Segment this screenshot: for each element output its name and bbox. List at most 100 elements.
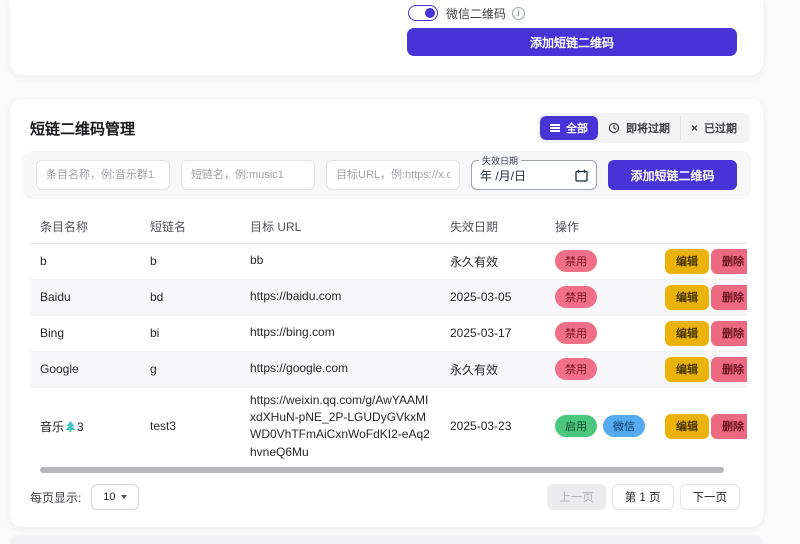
filter-tabs: 全部 即将过期 × 已过期 [537, 113, 750, 143]
delete-button[interactable]: 删除 [711, 414, 747, 439]
pagination: 上一页 第 1 页 下一页 [547, 484, 740, 510]
cell-url: https://weixin.qq.com/g/AwYAAMIxdXHuN-pN… [240, 387, 440, 461]
cell-expiry: 2025-03-17 [440, 315, 545, 351]
edit-button[interactable]: 编辑 [665, 249, 709, 274]
per-page-control: 每页显示: 10 [30, 484, 139, 510]
expiry-date-value: 年 /月/日 [480, 167, 526, 184]
edit-button[interactable]: 编辑 [665, 285, 709, 310]
qr-manager-card: 短链二维码管理 全部 即将过期 × 已过期 失 [10, 99, 763, 527]
scrollbar-thumb[interactable] [40, 467, 724, 473]
entry-name-text: 3 [77, 420, 84, 434]
wechat-toggle-row: 微信二维码 i [408, 4, 525, 22]
entry-name-text: 音乐 [40, 420, 64, 434]
table-row: Bing bi https://bing.com 2025-03-17 禁用 编… [30, 315, 747, 351]
tab-all-label: 全部 [566, 120, 588, 136]
edit-button[interactable]: 编辑 [665, 414, 709, 439]
entry-name-input[interactable] [36, 160, 170, 190]
shortlink-name-input[interactable] [181, 160, 315, 190]
status-badge[interactable]: 禁用 [555, 250, 597, 272]
col-buttons [655, 211, 747, 243]
card-header: 短链二维码管理 全部 即将过期 × 已过期 [30, 113, 750, 143]
next-page-button[interactable]: 下一页 [680, 484, 741, 510]
wechat-toggle-label: 微信二维码 [446, 5, 506, 22]
cell-expiry: 2025-03-05 [440, 279, 545, 315]
delete-button[interactable]: 删除 [711, 357, 747, 382]
cell-shortlink: bi [140, 315, 240, 351]
table-row: Baidu bd https://baidu.com 2025-03-05 禁用… [30, 279, 747, 315]
add-shortlink-qr-button[interactable]: 添加短链二维码 [407, 28, 737, 56]
table-row: Google g https://google.com 永久有效 禁用 编辑 删… [30, 351, 747, 387]
x-icon: × [691, 122, 698, 134]
expiry-date-input[interactable]: 失效日期 年 /月/日 [471, 160, 597, 190]
per-page-label: 每页显示: [30, 489, 81, 506]
cell-expiry: 永久有效 [440, 243, 545, 279]
status-badge[interactable]: 禁用 [555, 322, 597, 344]
cell-entry-name: b [30, 243, 140, 279]
qr-table: 条目名称 短链名 目标 URL 失效日期 操作 b b bb 永久有效 禁用 [30, 211, 747, 461]
card-footer: 每页显示: 10 上一页 第 1 页 下一页 [30, 483, 740, 511]
tab-expired-label: 已过期 [704, 120, 737, 136]
current-page-indicator: 第 1 页 [612, 484, 674, 510]
col-shortlink: 短链名 [140, 211, 240, 243]
add-shortlink-qr-button-2[interactable]: 添加短链二维码 [608, 160, 737, 190]
status-badge[interactable]: 禁用 [555, 286, 597, 308]
qr-table-container: 条目名称 短链名 目标 URL 失效日期 操作 b b bb 永久有效 禁用 [30, 211, 747, 461]
table-header-row: 条目名称 短链名 目标 URL 失效日期 操作 [30, 211, 747, 243]
tab-all[interactable]: 全部 [540, 116, 598, 140]
per-page-value: 10 [103, 491, 115, 503]
toggle-knob [425, 8, 435, 18]
delete-button[interactable]: 删除 [711, 321, 747, 346]
cell-entry-name: 音乐 3 [30, 387, 140, 461]
cell-entry-name: Bing [30, 315, 140, 351]
cell-shortlink: b [140, 243, 240, 279]
filter-bar: 失效日期 年 /月/日 添加短链二维码 [22, 151, 751, 199]
delete-button[interactable]: 删除 [711, 249, 747, 274]
col-actions: 操作 [545, 211, 655, 243]
col-expiry: 失效日期 [440, 211, 545, 243]
add-form-card: 微信二维码 i 添加短链二维码 [10, 0, 763, 75]
next-card-top-edge [10, 536, 763, 544]
row-actions: 编辑 删除 二维码 [665, 321, 747, 346]
chevron-down-icon [121, 495, 127, 499]
cell-url: https://bing.com [240, 315, 440, 351]
status-badge[interactable]: 禁用 [555, 358, 597, 380]
cell-url: https://google.com [240, 351, 440, 387]
cell-entry-name: Google [30, 351, 140, 387]
col-entry-name: 条目名称 [30, 211, 140, 243]
prev-page-button[interactable]: 上一页 [547, 484, 606, 510]
wechat-badge: 微信 [603, 415, 645, 437]
tab-expiring-label: 即将过期 [626, 120, 670, 136]
edit-button[interactable]: 编辑 [665, 357, 709, 382]
table-row: b b bb 永久有效 禁用 编辑 删除 二维码 [30, 243, 747, 279]
tree-icon [65, 421, 76, 432]
menu-icon [550, 127, 560, 129]
target-url-input[interactable] [326, 160, 460, 190]
row-actions: 编辑 删除 二维码 [665, 285, 747, 310]
row-actions: 编辑 删除 二维码 [665, 249, 747, 274]
clock-icon [608, 122, 620, 134]
wechat-qr-toggle[interactable] [408, 5, 438, 21]
cell-url: bb [240, 243, 440, 279]
delete-button[interactable]: 删除 [711, 285, 747, 310]
col-target-url: 目标 URL [240, 211, 440, 243]
cell-expiry: 永久有效 [440, 351, 545, 387]
edit-button[interactable]: 编辑 [665, 321, 709, 346]
cell-expiry: 2025-03-23 [440, 387, 545, 461]
page: 微信二维码 i 添加短链二维码 短链二维码管理 全部 即将过期 × 已过期 [0, 0, 800, 544]
cell-shortlink: g [140, 351, 240, 387]
cell-entry-name: Baidu [30, 279, 140, 315]
horizontal-scrollbar [30, 467, 743, 473]
cell-url: https://baidu.com [240, 279, 440, 315]
cell-shortlink: test3 [140, 387, 240, 461]
tab-expired[interactable]: × 已过期 [680, 116, 747, 140]
row-actions: 编辑 删除 二维码 [665, 357, 747, 382]
page-title: 短链二维码管理 [30, 118, 135, 139]
calendar-icon [575, 169, 588, 182]
info-icon[interactable]: i [512, 7, 525, 20]
cell-shortlink: bd [140, 279, 240, 315]
expiry-date-label: 失效日期 [479, 154, 521, 167]
per-page-select[interactable]: 10 [91, 484, 139, 510]
status-badge[interactable]: 启用 [555, 415, 597, 437]
tab-expiring-soon[interactable]: 即将过期 [598, 116, 680, 140]
row-actions: 编辑 删除 二维码 [665, 414, 747, 439]
